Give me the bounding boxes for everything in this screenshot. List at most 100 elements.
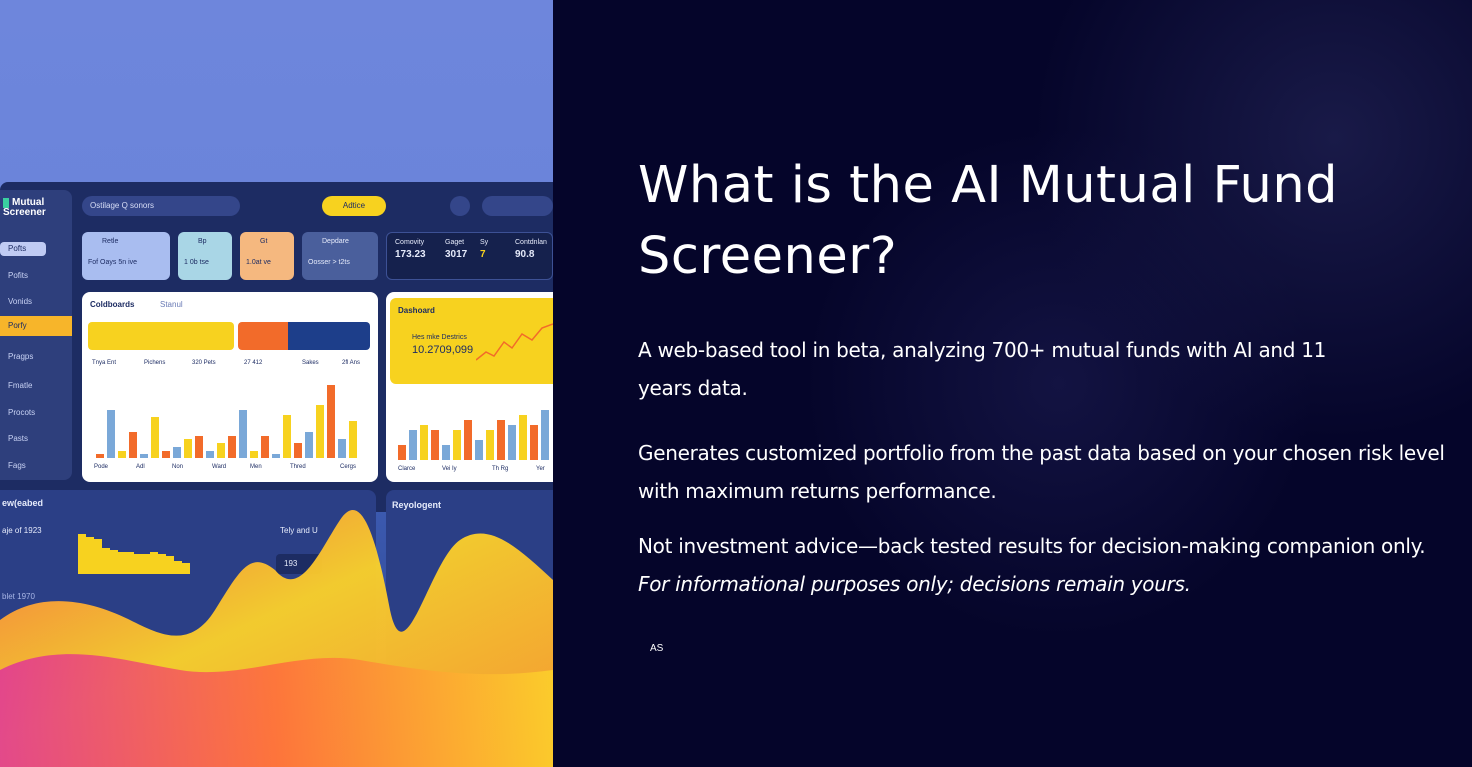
panel-1-orange-strip: [238, 322, 290, 350]
panel-1-bar-chart: [96, 384, 366, 458]
side-item-7: Pasts: [8, 434, 29, 443]
illustration-bar: [228, 436, 236, 458]
mockup-panel-1: Coldboards Stanul Tnya Ent Pichens 320 P…: [82, 292, 378, 482]
x-label-6: Thred: [290, 464, 306, 470]
illustration-bar: [118, 451, 126, 458]
illustration-bar: [206, 451, 214, 458]
p2-x-label-3: Th Rg: [492, 466, 509, 472]
illustration-bar: [96, 454, 104, 458]
x-label-4: Ward: [212, 464, 227, 470]
dashboard-mockup: Mutual Screener Pofts Pofits Vonids Porf…: [0, 182, 553, 512]
p2-x-label-4: Yer: [536, 466, 545, 472]
illustration-bar: [398, 445, 406, 460]
mockup-search: Ostilage Q sonors: [82, 196, 240, 216]
row-item-2: Pichens: [144, 360, 166, 366]
stat-2: Gaget 3017: [445, 239, 467, 260]
illustration-bar: [195, 436, 203, 458]
x-label-3: Non: [172, 464, 184, 470]
illustration-bar: [486, 430, 494, 460]
stat-3-value: 7: [480, 249, 486, 260]
illustration-bar: [338, 439, 346, 458]
illustration-bar: [541, 410, 549, 460]
row-item-3: 320 Pets: [192, 360, 216, 366]
illustration-bar: [420, 425, 428, 460]
paragraph-3: Not investment advice—back tested result…: [638, 527, 1472, 603]
mockup-stats-strip: Comovity 173.23 Gaget 3017 Sy 7 Contdnlan 90…: [386, 232, 553, 280]
side-item-1: Pofits: [8, 271, 29, 280]
x-label-7: Cergs: [340, 464, 357, 470]
panel-1-x-axis: Pode Adl Non Ward Men Thred Cergs: [92, 464, 372, 474]
card-1-line1: Retle: [102, 238, 119, 245]
illustration-bar: [283, 415, 291, 458]
stat-3: Sy 7: [480, 239, 488, 260]
stat-4-value: 90.8: [515, 249, 535, 260]
side-item-3: Porfy: [0, 316, 72, 336]
illustration-bar: [519, 415, 527, 460]
mockup-pill: Adtice: [322, 196, 386, 216]
illustration-bar: [173, 447, 181, 458]
p2-x-label-2: Vei Iy: [442, 466, 457, 472]
illustration-bar: [316, 405, 324, 458]
panel-2-line-chart: [476, 323, 553, 361]
side-item-6: Procots: [8, 408, 36, 417]
illustration-bar: [107, 410, 115, 458]
side-item-4: Pragps: [8, 352, 34, 361]
stat-1: Comovity 173.23: [395, 239, 426, 260]
stat-3-label: Sy: [480, 239, 489, 246]
p2-x-label-1: Clarce: [398, 466, 416, 472]
illustration-bar: [184, 439, 192, 458]
paragraph-2: Generates customized portfolio from the …: [638, 441, 1445, 503]
illustration-bar: [497, 420, 505, 460]
mockup-sidebar: Mutual Screener Pofts Pofits Vonids Porf…: [0, 190, 72, 480]
card-4-line2: Oosser > t2ts: [308, 259, 350, 266]
logo-text: Mutual Screener: [3, 197, 46, 218]
stat-1-label: Comovity: [395, 239, 425, 246]
stat-4: Contdnlan 90.8: [515, 239, 547, 260]
x-label-1: Pode: [94, 464, 109, 470]
gradient-wave: [0, 510, 553, 767]
mockup-card-4: Depdare Oosser > t2ts: [302, 232, 378, 280]
card-2-line2: 1 0b tse: [184, 259, 209, 266]
panel-2-subtitle: Hes mke Destrics: [412, 334, 467, 341]
illustration-bar: [453, 430, 461, 460]
illustration-bar: [327, 385, 335, 458]
illustration-bar: [530, 425, 538, 460]
panel-2-value: 10.2709,099: [412, 344, 474, 356]
illustration-bar: [464, 420, 472, 460]
illustration-bar: [305, 432, 313, 458]
x-label-5: Men: [250, 464, 262, 470]
illustration-bar: [272, 454, 280, 458]
illustration-bar: [239, 410, 247, 458]
stat-1-value: 173.23: [395, 249, 426, 260]
panel-1-blue-strip: [288, 322, 370, 350]
illustration-bar: [151, 417, 159, 458]
author-initials: AS: [650, 643, 664, 654]
panel-2-bar-chart: [398, 410, 549, 460]
illustration-bar: [294, 443, 302, 458]
illustration-bar: [508, 425, 516, 460]
panel-2-x-axis: Clarce Vei Iy Th Rg Yer: [398, 466, 548, 476]
illustration-bar: [261, 436, 269, 458]
side-item-2: Vonids: [8, 297, 33, 306]
mockup-toolbar: [482, 196, 553, 216]
mockup-panel-2: Dashoard Hes mke Destrics 10.2709,099 Cl…: [386, 292, 553, 482]
card-1-line2: Fof Oays 5n ive: [88, 259, 138, 266]
illustration-bar: [250, 451, 258, 458]
illustration-bar: [349, 421, 357, 458]
card-2-line1: Bp: [198, 238, 207, 245]
text-section: What is the AI Mutual Fund Screener? A w…: [553, 0, 1472, 767]
paragraph-1: A web-based tool in beta, analyzing 700+…: [638, 338, 1327, 400]
mockup-card-1: Retle Fof Oays 5n ive: [82, 232, 170, 280]
row-item-5: Sakes: [302, 360, 319, 366]
mockup-logo: Mutual Screener: [3, 198, 72, 218]
card-3-line1: Gt: [260, 238, 268, 245]
x-label-2: Adl: [136, 464, 145, 470]
row-item-6: 2fl Ans: [342, 360, 361, 366]
panel-1-tab-2: Stanul: [160, 300, 183, 309]
paragraph-3-text: Not investment advice—back tested result…: [638, 534, 1426, 558]
illustration-bar: [475, 440, 483, 460]
dashboard-illustration: Mutual Screener Pofts Pofits Vonids Porf…: [0, 0, 553, 767]
side-item-5: Fmatle: [8, 381, 33, 390]
stat-2-value: 3017: [445, 249, 468, 260]
row-item-1: Tnya Ent: [92, 360, 117, 366]
